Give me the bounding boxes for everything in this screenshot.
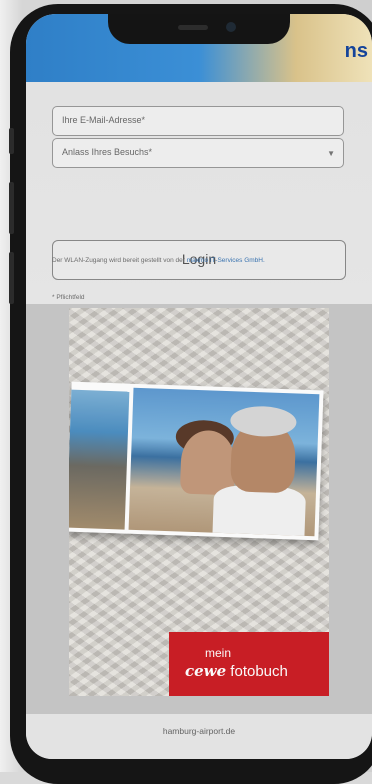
badge-line2: cewe fotobuch <box>185 662 288 680</box>
badge-product: fotobuch <box>226 663 288 680</box>
visit-reason-select[interactable]: Anlass Ihres Besuchs* ▼ <box>52 138 344 168</box>
banner-text: ns <box>344 40 368 62</box>
phone-notch <box>108 14 290 44</box>
photo-left-page <box>69 389 130 530</box>
browser-footer: hamburg-airport.de <box>26 714 372 759</box>
wifi-info-text: Der WLAN-Zugang wird bereit gestellt von… <box>52 256 342 265</box>
wifi-info-label: Der WLAN-Zugang wird bereit gestellt von… <box>52 257 187 264</box>
login-form: Ihre E-Mail-Adresse* Anlass Ihres Besuch… <box>26 82 372 304</box>
required-note: * Pflichtfeld <box>52 294 85 301</box>
chevron-down-icon: ▼ <box>327 149 335 158</box>
url-text: hamburg-airport.de <box>162 726 236 736</box>
woman-face <box>179 429 237 496</box>
camera-icon <box>226 22 236 32</box>
speaker-icon <box>178 25 208 30</box>
email-field[interactable]: Ihre E-Mail-Adresse* <box>52 106 344 136</box>
badge-line1: mein <box>205 646 232 660</box>
email-placeholder: Ihre E-Mail-Adresse* <box>62 115 146 125</box>
cewe-fotobuch-badge: mein cewe fotobuch <box>169 632 329 696</box>
phone-screen: ns Ihre E-Mail-Adresse* Anlass Ihres Bes… <box>26 14 372 759</box>
url-bar[interactable]: hamburg-airport.de <box>26 726 372 736</box>
volume-down-button <box>9 252 14 304</box>
cewe-logo: cewe <box>185 662 227 680</box>
photobook-image <box>69 381 324 541</box>
mute-switch <box>9 128 14 154</box>
visit-reason-placeholder: Anlass Ihres Besuchs* <box>62 147 153 157</box>
ad-area: mein cewe fotobuch <box>26 304 372 714</box>
photo-right-page <box>128 387 320 537</box>
photobook-ad[interactable]: mein cewe fotobuch <box>69 308 329 696</box>
man-shirt <box>212 484 307 536</box>
volume-up-button <box>9 182 14 234</box>
provider-link[interactable]: maxmo IT-Services GmbH. <box>187 257 265 264</box>
